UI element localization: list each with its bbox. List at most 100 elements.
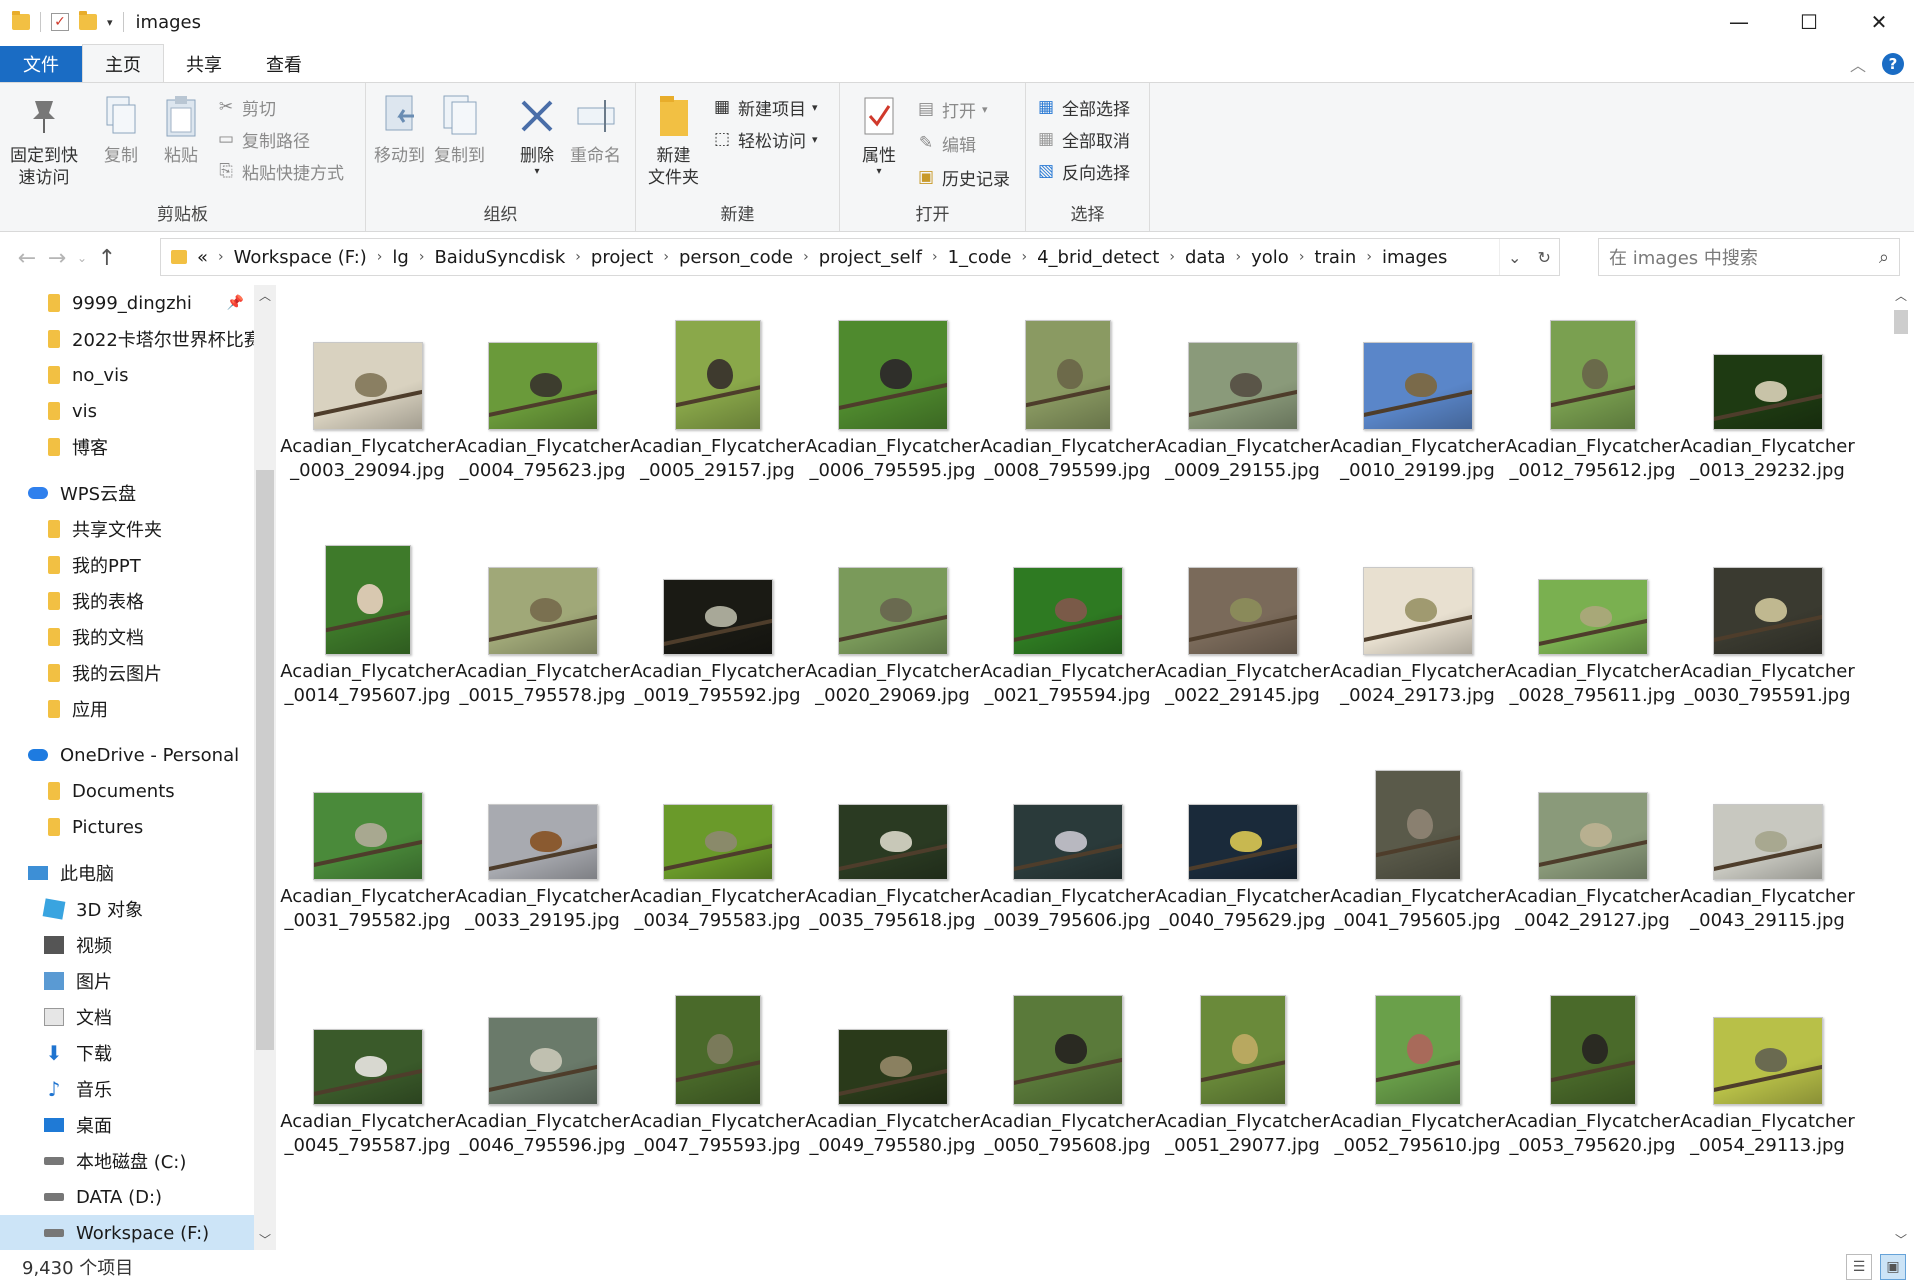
- breadcrumb-separator-icon[interactable]: ›: [1236, 249, 1242, 265]
- file-tile[interactable]: Acadian_Flycatcher_0034_795583.jpg: [630, 735, 805, 955]
- breadcrumb-separator-icon[interactable]: ›: [1299, 249, 1305, 265]
- customize-toolbar-dropdown-icon[interactable]: ▾: [107, 16, 113, 29]
- properties-button[interactable]: 属性 ▾: [856, 93, 902, 177]
- copy-button[interactable]: 复制: [98, 93, 144, 167]
- sidebar-item[interactable]: 应用: [0, 691, 254, 727]
- sidebar-item[interactable]: 3D 对象: [0, 891, 254, 927]
- breadcrumb-separator-icon[interactable]: ›: [1169, 249, 1175, 265]
- breadcrumb-item[interactable]: 1_code: [948, 247, 1012, 268]
- refresh-icon[interactable]: ↻: [1538, 248, 1551, 267]
- breadcrumb-separator-icon[interactable]: ›: [803, 249, 809, 265]
- address-dropdown-chevron-icon[interactable]: ⌄: [1508, 248, 1521, 267]
- breadcrumb-separator-icon[interactable]: ›: [377, 249, 383, 265]
- invert-selection-button[interactable]: ▧ 反向选择: [1036, 157, 1130, 185]
- file-tile[interactable]: Acadian_Flycatcher_0047_795593.jpg: [630, 960, 805, 1180]
- rename-button[interactable]: 重命名: [570, 93, 621, 167]
- file-tile[interactable]: Acadian_Flycatcher_0033_29195.jpg: [455, 735, 630, 955]
- scroll-up-arrow-icon[interactable]: ︿: [1890, 287, 1912, 304]
- file-tile[interactable]: Acadian_Flycatcher_0050_795608.jpg: [980, 960, 1155, 1180]
- sidebar-item[interactable]: 共享文件夹: [0, 511, 254, 547]
- new-folder-button[interactable]: 新建 文件夹: [648, 93, 699, 189]
- file-tile[interactable]: Acadian_Flycatcher_0030_795591.jpg: [1680, 510, 1855, 730]
- sidebar-item[interactable]: 9999_dingzhi 📌: [0, 285, 254, 321]
- breadcrumb-item[interactable]: person_code: [679, 247, 793, 268]
- breadcrumb-separator-icon[interactable]: ›: [419, 249, 425, 265]
- breadcrumb-item[interactable]: BaiduSyncdisk: [434, 247, 565, 268]
- scrollbar-thumb[interactable]: [256, 470, 274, 1050]
- sidebar-item[interactable]: 我的PPT: [0, 547, 254, 583]
- navigation-pane-scrollbar[interactable]: ︿ ﹀: [254, 285, 276, 1250]
- file-tile[interactable]: Acadian_Flycatcher_0009_29155.jpg: [1155, 285, 1330, 505]
- file-list-scrollbar[interactable]: ︿ ﹀: [1890, 285, 1912, 1250]
- file-tile[interactable]: Acadian_Flycatcher_0042_29127.jpg: [1505, 735, 1680, 955]
- breadcrumb-item[interactable]: images: [1382, 247, 1447, 268]
- file-tile[interactable]: Acadian_Flycatcher_0051_29077.jpg: [1155, 960, 1330, 1180]
- file-tile[interactable]: Acadian_Flycatcher_0006_795595.jpg: [805, 285, 980, 505]
- breadcrumb-item[interactable]: lg: [392, 247, 408, 268]
- new-folder-quick-icon[interactable]: [79, 11, 97, 30]
- file-tile[interactable]: Acadian_Flycatcher_0040_795629.jpg: [1155, 735, 1330, 955]
- sidebar-item[interactable]: 文档: [0, 999, 254, 1035]
- sidebar-item[interactable]: 图片: [0, 963, 254, 999]
- maximize-button[interactable]: ☐: [1774, 0, 1844, 44]
- breadcrumb-separator-icon[interactable]: ›: [663, 249, 669, 265]
- breadcrumb-separator-icon[interactable]: ›: [575, 249, 581, 265]
- file-tile[interactable]: Acadian_Flycatcher_0053_795620.jpg: [1505, 960, 1680, 1180]
- select-all-button[interactable]: ▦ 全部选择: [1036, 93, 1130, 121]
- breadcrumb-separator-icon[interactable]: ›: [1366, 249, 1372, 265]
- delete-button[interactable]: 删除 ▾: [514, 93, 560, 177]
- tab-home[interactable]: 主页: [82, 44, 164, 82]
- open-button[interactable]: ▤ 打开 ▾: [916, 95, 988, 123]
- file-tile[interactable]: Acadian_Flycatcher_0003_29094.jpg: [280, 285, 455, 505]
- breadcrumb-separator-icon[interactable]: ›: [1021, 249, 1027, 265]
- help-icon[interactable]: ?: [1882, 53, 1904, 75]
- search-input[interactable]: 在 images 中搜索 ⌕: [1598, 238, 1900, 276]
- move-to-button[interactable]: 移动到: [374, 93, 425, 167]
- breadcrumb-overflow[interactable]: «: [197, 247, 208, 268]
- sidebar-item[interactable]: OneDrive - Personal: [0, 737, 254, 773]
- details-view-icon[interactable]: ☰: [1846, 1254, 1872, 1280]
- file-tile[interactable]: Acadian_Flycatcher_0022_29145.jpg: [1155, 510, 1330, 730]
- properties-dropdown-icon[interactable]: ▾: [876, 167, 881, 177]
- file-tile[interactable]: Acadian_Flycatcher_0012_795612.jpg: [1505, 285, 1680, 505]
- sidebar-item[interactable]: 博客: [0, 429, 254, 465]
- breadcrumb-item[interactable]: Workspace (F:): [234, 247, 367, 268]
- edit-button[interactable]: ✎ 编辑: [916, 129, 976, 157]
- select-none-button[interactable]: ▦ 全部取消: [1036, 125, 1130, 153]
- tab-file[interactable]: 文件: [0, 46, 82, 82]
- forward-arrow-icon[interactable]: →: [42, 246, 72, 271]
- file-tile[interactable]: Acadian_Flycatcher_0045_795587.jpg: [280, 960, 455, 1180]
- sidebar-item[interactable]: DATA (D:): [0, 1179, 254, 1215]
- file-tile[interactable]: Acadian_Flycatcher_0013_29232.jpg: [1680, 285, 1855, 505]
- file-tile[interactable]: Acadian_Flycatcher_0041_795605.jpg: [1330, 735, 1505, 955]
- file-tile[interactable]: Acadian_Flycatcher_0028_795611.jpg: [1505, 510, 1680, 730]
- file-tile[interactable]: Acadian_Flycatcher_0049_795580.jpg: [805, 960, 980, 1180]
- sidebar-item[interactable]: WPS云盘: [0, 475, 254, 511]
- file-tile[interactable]: Acadian_Flycatcher_0014_795607.jpg: [280, 510, 455, 730]
- scroll-down-arrow-icon[interactable]: ﹀: [254, 1231, 276, 1248]
- file-tile[interactable]: Acadian_Flycatcher_0035_795618.jpg: [805, 735, 980, 955]
- sidebar-item[interactable]: no_vis: [0, 357, 254, 393]
- file-tile[interactable]: Acadian_Flycatcher_0054_29113.jpg: [1680, 960, 1855, 1180]
- copy-to-button[interactable]: 复制到: [434, 93, 485, 167]
- file-tile[interactable]: Acadian_Flycatcher_0021_795594.jpg: [980, 510, 1155, 730]
- sidebar-item[interactable]: 我的表格: [0, 583, 254, 619]
- sidebar-item[interactable]: ♪ 音乐: [0, 1071, 254, 1107]
- recent-locations-chevron-icon[interactable]: ⌄: [72, 251, 92, 265]
- back-arrow-icon[interactable]: ←: [12, 246, 42, 271]
- file-tile[interactable]: Acadian_Flycatcher_0008_795599.jpg: [980, 285, 1155, 505]
- sidebar-item[interactable]: 我的云图片: [0, 655, 254, 691]
- history-button[interactable]: ▣ 历史记录: [916, 163, 1010, 191]
- file-tile[interactable]: Acadian_Flycatcher_0043_29115.jpg: [1680, 735, 1855, 955]
- copy-path-button[interactable]: ▭ 复制路径: [216, 125, 310, 153]
- file-tile[interactable]: Acadian_Flycatcher_0004_795623.jpg: [455, 285, 630, 505]
- sidebar-item[interactable]: Workspace (F:): [0, 1215, 254, 1250]
- new-item-button[interactable]: ▦ 新建项目 ▾: [712, 93, 818, 121]
- pin-quick-access-button[interactable]: 固定到快 速访问: [10, 93, 78, 189]
- scrollbar-thumb[interactable]: [1894, 310, 1908, 334]
- tab-view[interactable]: 查看: [244, 46, 324, 82]
- breadcrumb-item[interactable]: project_self: [819, 247, 922, 268]
- sidebar-item[interactable]: 此电脑: [0, 855, 254, 891]
- sidebar-item[interactable]: 视频: [0, 927, 254, 963]
- file-tile[interactable]: Acadian_Flycatcher_0020_29069.jpg: [805, 510, 980, 730]
